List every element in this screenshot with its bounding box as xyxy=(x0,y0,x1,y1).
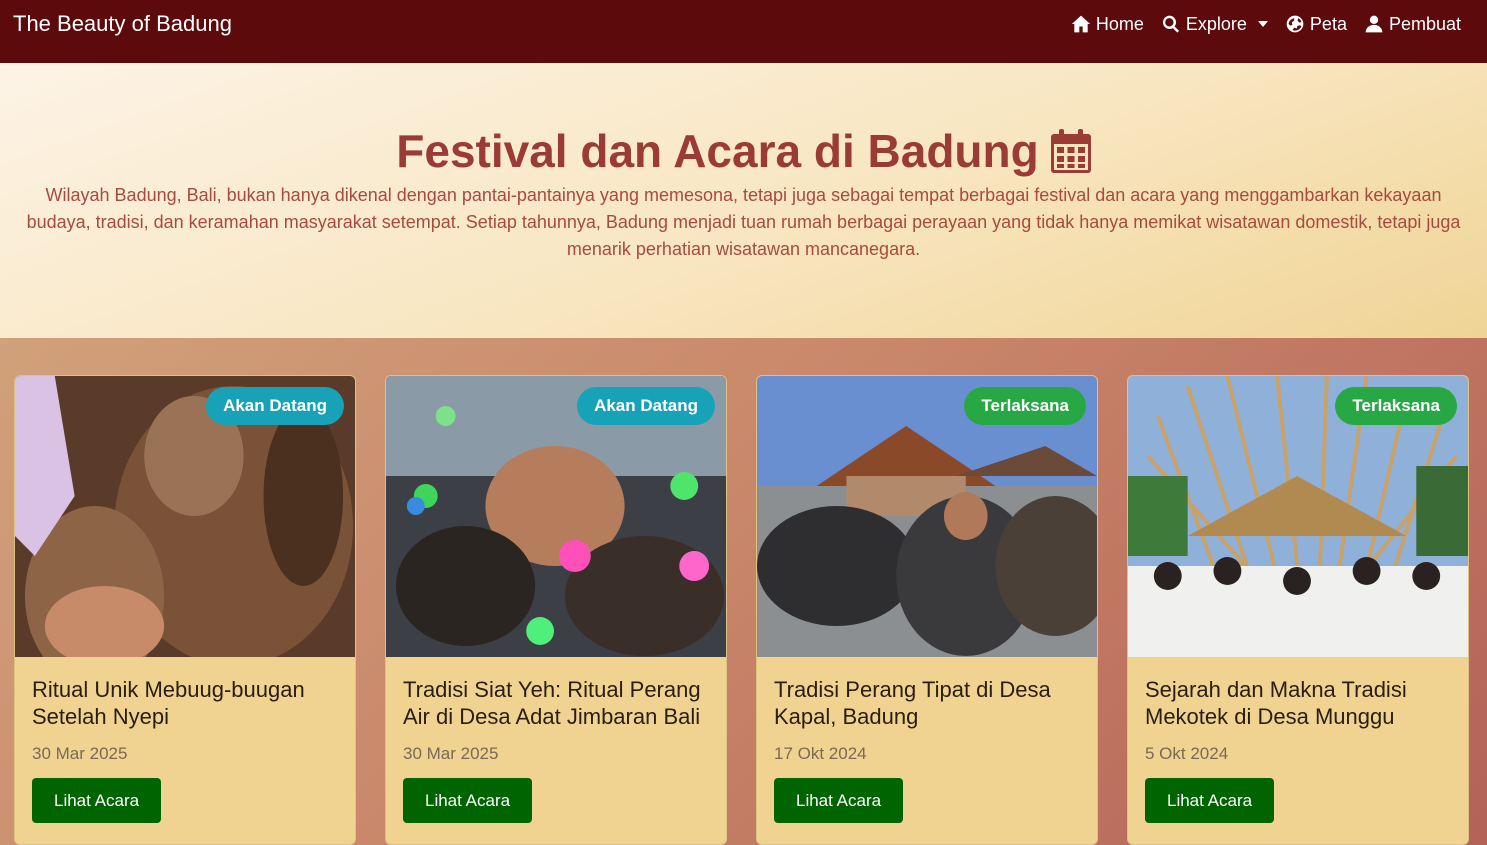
event-title: Sejarah dan Makna Tradisi Mekotek di Des… xyxy=(1145,677,1407,729)
nav-peta-label: Peta xyxy=(1309,13,1347,34)
event-image: Akan Datang xyxy=(15,376,355,657)
event-title: Tradisi Siat Yeh: Ritual Perang Air di D… xyxy=(403,677,701,729)
nav-explore-label: Explore xyxy=(1185,13,1247,34)
hero-section: Festival dan Acara di Badung Wilayah Bad… xyxy=(0,63,1487,338)
event-date: 30 Mar 2025 xyxy=(403,744,499,763)
search-icon xyxy=(1162,15,1179,33)
chevron-down-icon xyxy=(1257,21,1268,27)
event-card-body: Tradisi Siat Yeh: Ritual Perang Air di D… xyxy=(403,676,709,823)
event-date: 5 Okt 2024 xyxy=(1145,744,1229,763)
event-title: Ritual Unik Mebuug-buugan Setelah Nyepi xyxy=(32,677,305,729)
event-image: Terlaksana xyxy=(757,376,1097,657)
hero-description: Wilayah Badung, Bali, bukan hanya dikena… xyxy=(26,185,1461,259)
view-event-button[interactable]: Lihat Acara xyxy=(1145,778,1275,823)
status-badge: Terlaksana xyxy=(1335,387,1457,425)
brand-logo[interactable]: The Beauty of Badung xyxy=(13,10,232,38)
nav-peta-link[interactable]: Peta xyxy=(1285,14,1347,35)
event-title: Tradisi Perang Tipat di Desa Kapal, Badu… xyxy=(774,677,1051,729)
events-section: Akan Datang Ritual Unik Mebuug-buugan Se… xyxy=(0,338,1487,845)
status-badge: Akan Datang xyxy=(206,387,344,425)
event-card: Akan Datang Tradisi Siat Yeh: Ritual Per… xyxy=(385,375,727,845)
event-card-body: Tradisi Perang Tipat di Desa Kapal, Badu… xyxy=(774,676,1080,823)
nav-home-link[interactable]: Home xyxy=(1071,14,1144,35)
nav-pembuat-label: Pembuat xyxy=(1388,13,1461,34)
user-icon xyxy=(1365,15,1383,33)
view-event-button[interactable]: Lihat Acara xyxy=(774,778,904,823)
home-icon xyxy=(1071,15,1091,33)
page-title: Festival dan Acara di Badung xyxy=(0,123,1487,179)
nav-menu: Home Explore Peta Pembuat xyxy=(1071,11,1461,37)
navbar: The Beauty of Badung Home Explore Peta P… xyxy=(0,0,1487,63)
calendar-icon xyxy=(1050,129,1091,173)
nav-home-label: Home xyxy=(1095,13,1144,34)
event-card: Akan Datang Ritual Unik Mebuug-buugan Se… xyxy=(14,375,356,845)
event-card-body: Sejarah dan Makna Tradisi Mekotek di Des… xyxy=(1145,676,1451,823)
event-card: Terlaksana Tradisi Perang Tipat di Desa … xyxy=(756,375,1098,845)
event-image: Akan Datang xyxy=(386,376,726,657)
page-title-text: Festival dan Acara di Badung xyxy=(396,125,1039,177)
event-card-body: Ritual Unik Mebuug-buugan Setelah Nyepi … xyxy=(32,676,338,823)
event-image: Terlaksana xyxy=(1128,376,1468,657)
status-badge: Akan Datang xyxy=(577,387,715,425)
event-card: Terlaksana Sejarah dan Makna Tradisi Mek… xyxy=(1127,375,1469,845)
event-date: 30 Mar 2025 xyxy=(32,744,128,763)
globe-icon xyxy=(1286,15,1304,33)
view-event-button[interactable]: Lihat Acara xyxy=(403,778,533,823)
event-date: 17 Okt 2024 xyxy=(774,744,867,763)
view-event-button[interactable]: Lihat Acara xyxy=(32,778,162,823)
nav-explore-dropdown[interactable]: Explore xyxy=(1161,14,1268,35)
nav-pembuat-link[interactable]: Pembuat xyxy=(1364,14,1461,35)
status-badge: Terlaksana xyxy=(964,387,1086,425)
